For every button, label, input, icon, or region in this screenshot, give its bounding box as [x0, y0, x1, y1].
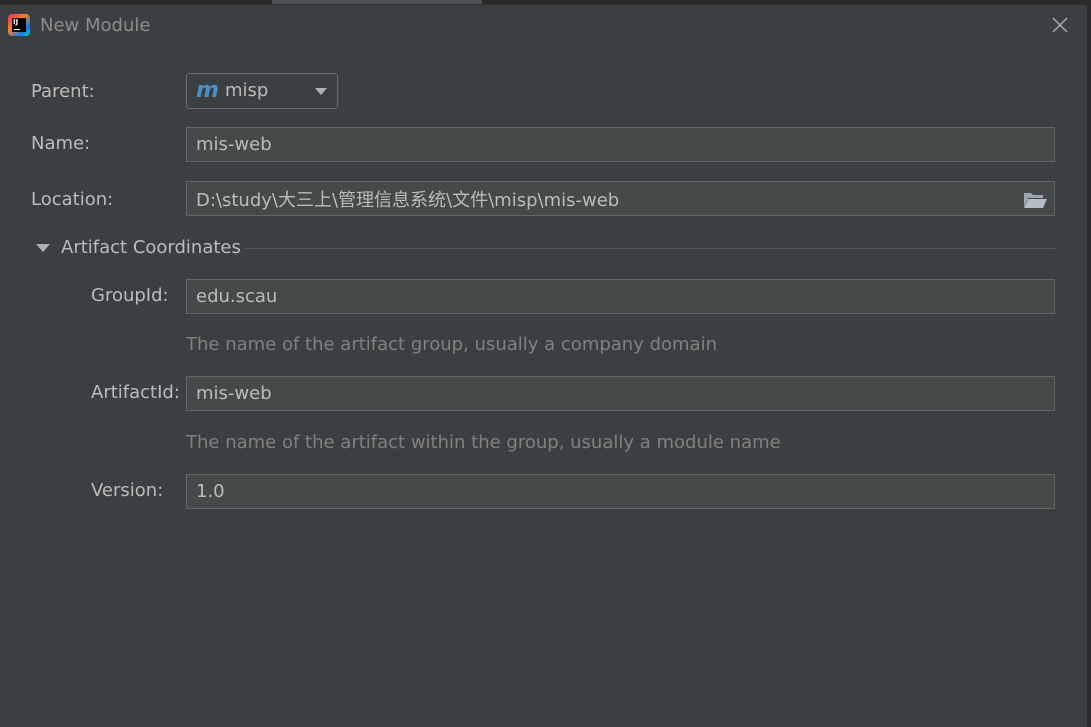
maven-module-icon: m [196, 78, 219, 103]
parent-label: Parent: [31, 81, 95, 102]
parent-selected-value: misp [225, 80, 269, 101]
version-field[interactable] [186, 474, 1055, 509]
dialog-titlebar: IJ New Module [0, 5, 1087, 47]
artifact-id-label: ArtifactId: [91, 382, 180, 403]
parent-combobox[interactable]: m misp [186, 73, 338, 109]
group-id-field[interactable] [186, 279, 1055, 314]
name-label: Name: [31, 133, 91, 154]
location-label: Location: [31, 189, 114, 210]
artifact-coordinates-section-toggle[interactable]: Artifact Coordinates [36, 236, 1055, 260]
name-field[interactable] [186, 127, 1055, 162]
artifact-coordinates-title: Artifact Coordinates [61, 237, 241, 258]
dialog-title: New Module [40, 15, 151, 36]
artifact-id-hint: The name of the artifact within the grou… [186, 432, 781, 453]
artifact-id-field[interactable] [186, 376, 1055, 411]
group-id-label: GroupId: [91, 285, 169, 306]
group-id-hint: The name of the artifact group, usually … [186, 334, 717, 355]
section-divider [243, 248, 1055, 249]
chevron-down-icon [315, 88, 327, 95]
intellij-idea-icon: IJ [8, 14, 30, 36]
browse-folder-button[interactable] [1022, 190, 1048, 210]
close-icon [1052, 17, 1068, 33]
ide-tab[interactable] [272, 0, 482, 4]
triangle-down-icon [36, 244, 50, 252]
folder-open-icon [1024, 193, 1047, 208]
version-label: Version: [91, 480, 164, 501]
location-field[interactable] [186, 181, 1055, 216]
new-module-dialog: IJ New Module Parent: m misp Name: Locat… [0, 0, 1091, 727]
close-button[interactable] [1047, 12, 1073, 38]
